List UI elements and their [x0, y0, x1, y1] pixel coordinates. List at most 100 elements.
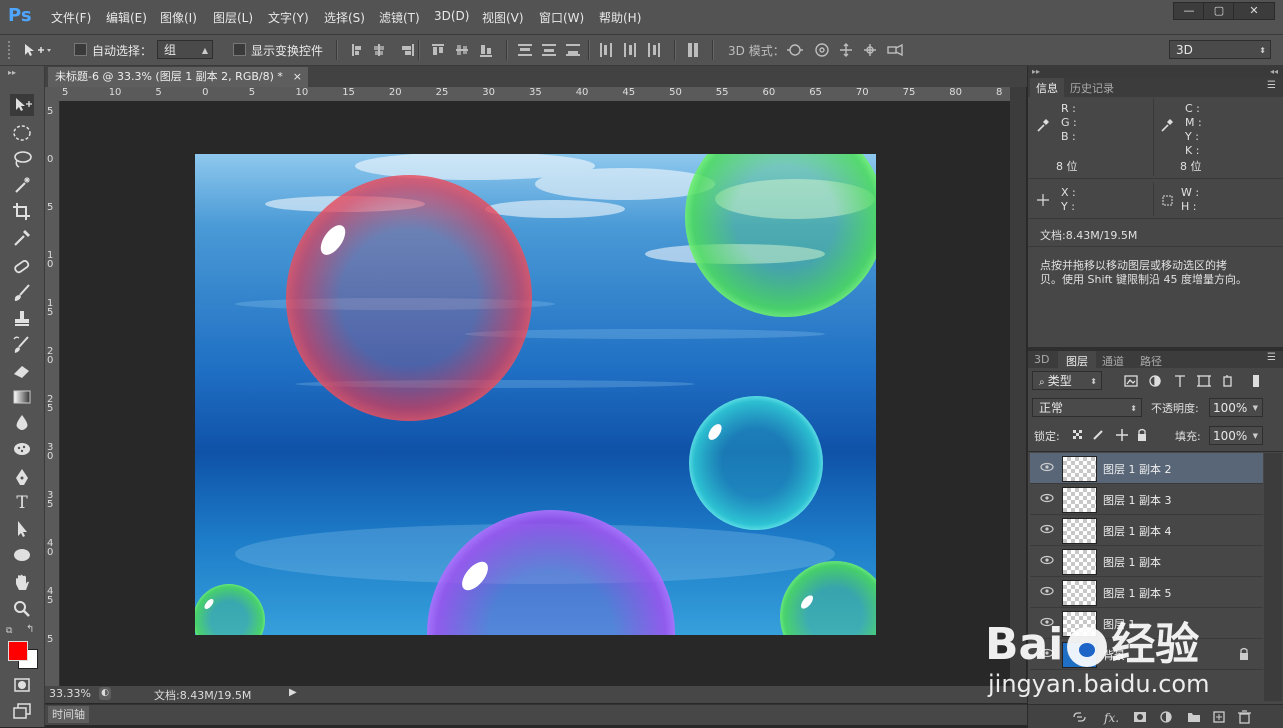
workspace-select[interactable]: 3D ⬍: [1169, 40, 1271, 59]
vertical-scrollbar[interactable]: [1010, 87, 1026, 686]
menu-filter[interactable]: 滤镜(T): [379, 9, 420, 26]
opacity-field[interactable]: 100% ▼: [1209, 398, 1263, 417]
ruler-tick-label: 5: [248, 87, 256, 98]
close-button[interactable]: ✕: [1233, 2, 1275, 20]
menu-help[interactable]: 帮助(H): [599, 9, 641, 26]
path-selection-icon[interactable]: [10, 518, 34, 540]
visibility-eye-icon[interactable]: [1040, 553, 1054, 567]
type-tool-icon[interactable]: T: [10, 492, 34, 514]
ruler-tick-label: 10: [295, 87, 309, 98]
restore-button[interactable]: ▢: [1203, 2, 1235, 20]
blend-mode-select[interactable]: 正常 ⬍: [1032, 398, 1142, 417]
workspace-value: 3D: [1176, 43, 1193, 57]
blur-icon[interactable]: [10, 412, 34, 434]
auto-select-checkbox[interactable]: [74, 43, 87, 56]
hand-icon[interactable]: [10, 572, 34, 594]
visibility-eye-icon[interactable]: [1040, 460, 1054, 474]
tab-paths[interactable]: 路径: [1140, 353, 1162, 369]
fill-field[interactable]: 100% ▼: [1209, 426, 1263, 445]
move-tool-preset-icon[interactable]: [22, 42, 52, 58]
close-tab-icon[interactable]: ×: [293, 67, 302, 87]
menu-file[interactable]: 文件(F): [51, 9, 91, 26]
layer-filter-icons[interactable]: [1123, 373, 1263, 389]
layer-row[interactable]: 图层 1 副本 5: [1030, 577, 1263, 608]
zoom-level[interactable]: 33.33%: [49, 687, 91, 700]
menu-window[interactable]: 窗口(W): [539, 9, 584, 26]
align-distribute-icons[interactable]: [350, 42, 710, 58]
ruler-tick-label: 0: [202, 87, 209, 98]
ruler-tick-label: 40: [47, 538, 54, 558]
status-menu-arrow-icon[interactable]: ▶: [289, 687, 297, 698]
cyan-bubble: [689, 396, 823, 530]
3d-mode-icons[interactable]: [786, 42, 906, 58]
lock-icons[interactable]: [1072, 428, 1148, 442]
zoom-icon[interactable]: [10, 598, 34, 620]
layer-row[interactable]: 图层 1 副本 2: [1030, 453, 1263, 484]
gradient-icon[interactable]: [10, 386, 34, 408]
collapse-icon[interactable]: ▸▸: [1032, 67, 1040, 76]
visibility-eye-icon[interactable]: [1040, 522, 1054, 536]
ruler-tick-label: 35: [47, 490, 54, 510]
collapse-icon[interactable]: ▸▸: [8, 68, 16, 77]
show-transform-checkbox[interactable]: [233, 43, 246, 56]
swap-colors-icon[interactable]: ↰: [26, 624, 34, 635]
healing-brush-icon[interactable]: [10, 256, 34, 278]
menu-layer[interactable]: 图层(L): [213, 9, 253, 26]
expand-icon[interactable]: ◂◂: [1270, 67, 1278, 76]
crop-icon[interactable]: [10, 200, 34, 222]
default-colors-icon[interactable]: ⧉: [6, 626, 12, 636]
ruler-tick-label: 5: [47, 202, 54, 213]
ellipse-shape-icon[interactable]: [10, 544, 34, 566]
tab-3d[interactable]: 3D: [1034, 353, 1049, 366]
menu-type[interactable]: 文字(Y): [268, 9, 309, 26]
timeline-tab[interactable]: 时间轴: [48, 706, 89, 723]
foreground-color-swatch[interactable]: [8, 641, 28, 661]
visibility-eye-icon[interactable]: [1040, 491, 1054, 505]
move-tool-icon[interactable]: [10, 94, 34, 116]
label-r: R :: [1061, 102, 1076, 115]
horizontal-ruler: 5 10 5 0 5 10 15 20 25 30 35 40 45 50 55 60 65 70 75 80 8: [45, 87, 1010, 102]
history-brush-icon[interactable]: [10, 334, 34, 356]
auto-select-dropdown[interactable]: 组 ▲: [157, 40, 213, 59]
document-tab[interactable]: 未标题-6 @ 33.3% (图层 1 副本 2, RGB/8) * ×: [48, 67, 308, 87]
menu-select[interactable]: 选择(S): [324, 9, 365, 26]
menu-3d[interactable]: 3D(D): [434, 9, 469, 23]
divider: [1028, 451, 1283, 452]
auto-select-label: 自动选择：: [92, 44, 153, 58]
tab-channels[interactable]: 通道: [1102, 353, 1124, 369]
ruler-tick-label: 80: [949, 87, 963, 98]
quick-mask-icon[interactable]: [10, 674, 34, 696]
panel-menu-icon[interactable]: ☰: [1267, 352, 1276, 363]
layer-filter-select[interactable]: ⌕ 类型 ⬍: [1032, 371, 1102, 390]
brush-icon[interactable]: [10, 282, 34, 304]
pen-icon[interactable]: [10, 466, 34, 488]
canvas-area[interactable]: [60, 101, 1010, 686]
layers-scrollbar[interactable]: [1264, 453, 1282, 701]
menu-edit[interactable]: 编辑(E): [106, 9, 147, 26]
grip-icon[interactable]: [8, 41, 14, 59]
lasso-icon[interactable]: [10, 148, 34, 170]
panel-menu-icon[interactable]: ☰: [1267, 80, 1276, 91]
tab-history[interactable]: 历史记录: [1070, 80, 1114, 96]
layer-row[interactable]: 图层 1 副本: [1030, 546, 1263, 577]
menu-image[interactable]: 图像(I): [160, 9, 197, 26]
eyedropper-icon[interactable]: [10, 226, 34, 248]
magic-wand-icon[interactable]: [10, 174, 34, 196]
layer-row[interactable]: 图层 1 副本 3: [1030, 484, 1263, 515]
sponge-icon[interactable]: [10, 438, 34, 460]
layer-action-icons[interactable]: fx.: [1072, 709, 1282, 725]
screen-mode-icon[interactable]: [10, 700, 34, 722]
minimize-button[interactable]: —: [1173, 2, 1205, 20]
layer-row[interactable]: 图层 1 副本 4: [1030, 515, 1263, 546]
tab-info[interactable]: 信息: [1030, 78, 1064, 98]
eraser-icon[interactable]: [10, 360, 34, 382]
tab-layers[interactable]: 图层: [1058, 351, 1096, 371]
status-icon[interactable]: ◐: [99, 687, 111, 700]
ruler-tick-label: 5: [47, 634, 54, 645]
ruler-tick-label: 30: [482, 87, 496, 98]
elliptical-marquee-icon[interactable]: [10, 122, 34, 144]
clone-stamp-icon[interactable]: [10, 308, 34, 330]
document-canvas[interactable]: [195, 154, 876, 635]
menu-view[interactable]: 视图(V): [482, 9, 524, 26]
visibility-eye-icon[interactable]: [1040, 584, 1054, 598]
